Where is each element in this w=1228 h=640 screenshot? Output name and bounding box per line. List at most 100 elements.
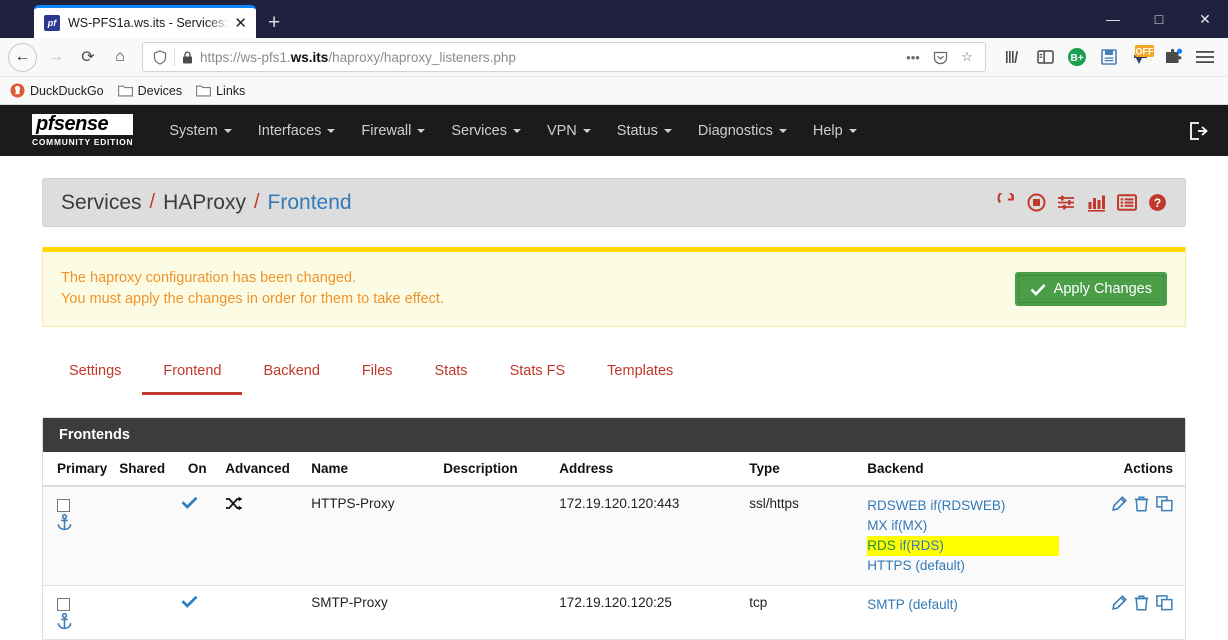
cell-backend: SMTP (default) xyxy=(861,585,1066,640)
reload-button[interactable]: ⟳ xyxy=(72,42,104,72)
edit-icon[interactable] xyxy=(1111,595,1127,611)
cell-actions xyxy=(1065,585,1185,640)
anchor-icon[interactable] xyxy=(57,613,107,630)
table-row[interactable]: HTTPS-Proxy 172.19.120.120:443 ssl/https… xyxy=(43,486,1185,586)
cell-primary xyxy=(43,486,114,586)
bitwarden-extension-icon[interactable]: B+ xyxy=(1062,42,1092,72)
library-icon[interactable] xyxy=(998,42,1028,72)
row-checkbox[interactable] xyxy=(57,498,70,512)
window-close-button[interactable]: ✕ xyxy=(1182,0,1228,38)
delete-icon[interactable] xyxy=(1134,496,1149,512)
breadcrumb-frontend[interactable]: Frontend xyxy=(268,191,352,215)
forward-button[interactable]: → xyxy=(40,42,72,72)
home-button[interactable]: ⌂ xyxy=(104,42,136,72)
copy-icon[interactable] xyxy=(1156,496,1173,512)
browser-tab[interactable]: pf WS-PFS1a.ws.its - Services: HAP ✕ xyxy=(34,5,256,38)
row-checkbox[interactable] xyxy=(57,597,70,611)
nav-item-help[interactable]: Help xyxy=(813,123,857,139)
nav-item-system[interactable]: System xyxy=(169,123,232,139)
lock-icon xyxy=(175,50,200,64)
logo-subtext: COMMUNITY EDITION xyxy=(32,137,134,147)
chevron-down-icon xyxy=(512,128,521,133)
nav-item-status[interactable]: Status xyxy=(617,123,672,139)
backend-name[interactable]: SMTP xyxy=(867,597,904,612)
extensions-puzzle-icon[interactable] xyxy=(1158,42,1188,72)
breadcrumb: Services / HAProxy / Frontend ? xyxy=(42,178,1186,227)
alert-line-1: The haproxy configuration has been chang… xyxy=(61,270,357,286)
bookmark-duckduckgo[interactable]: DuckDuckGo xyxy=(10,83,104,98)
cell-on xyxy=(175,585,220,640)
restart-service-icon[interactable] xyxy=(997,193,1016,212)
save-page-extension-icon[interactable] xyxy=(1094,42,1124,72)
frontends-panel: Frontends Primary Shared On Advanced Nam… xyxy=(42,417,1186,640)
cell-description xyxy=(437,486,554,586)
edit-icon[interactable] xyxy=(1111,496,1127,512)
delete-icon[interactable] xyxy=(1134,595,1149,611)
svg-text:?: ? xyxy=(1154,196,1161,210)
nav-item-firewall[interactable]: Firewall xyxy=(361,123,426,139)
window-minimize-button[interactable]: — xyxy=(1090,0,1136,38)
bookmark-star-icon[interactable]: ☆ xyxy=(955,45,979,69)
log-icon[interactable] xyxy=(1117,194,1137,211)
browser-toolbar-icons: B+ OFF xyxy=(994,42,1220,72)
nav-item-diagnostics[interactable]: Diagnostics xyxy=(698,123,787,139)
alert-message: The haproxy configuration has been chang… xyxy=(61,268,444,310)
backend-condition: (default) xyxy=(908,597,958,612)
haproxy-tabs: Settings Frontend Backend Files Stats St… xyxy=(42,353,1186,395)
page-actions-icon[interactable]: ••• xyxy=(901,45,925,69)
tab-files[interactable]: Files xyxy=(341,353,414,395)
col-backend: Backend xyxy=(861,452,1066,487)
stop-service-icon[interactable] xyxy=(1027,193,1046,212)
cell-advanced xyxy=(219,486,306,586)
backend-name[interactable]: HTTPS xyxy=(867,558,911,573)
tab-backend[interactable]: Backend xyxy=(242,353,340,395)
statistics-chart-icon[interactable] xyxy=(1087,194,1106,212)
backend-name[interactable]: MX xyxy=(867,518,887,533)
nav-label: Interfaces xyxy=(257,122,322,139)
tab-settings[interactable]: Settings xyxy=(48,353,142,395)
bookmark-links[interactable]: Links xyxy=(196,84,245,98)
tracking-shield-icon[interactable] xyxy=(149,49,174,65)
backend-entry: SMTP (default) xyxy=(867,595,1059,615)
apply-changes-button[interactable]: Apply Changes xyxy=(1014,272,1167,306)
anchor-icon[interactable] xyxy=(57,514,107,531)
tab-templates[interactable]: Templates xyxy=(586,353,694,395)
nav-item-vpn[interactable]: VPN xyxy=(547,123,591,139)
window-maximize-button[interactable]: □ xyxy=(1136,0,1182,38)
sidebar-icon[interactable] xyxy=(1030,42,1060,72)
tab-stats-fs[interactable]: Stats FS xyxy=(489,353,587,395)
nav-item-interfaces[interactable]: Interfaces xyxy=(258,123,336,139)
nav-item-services[interactable]: Services xyxy=(451,123,521,139)
tab-title: WS-PFS1a.ws.its - Services: HAP xyxy=(68,16,231,30)
backend-name[interactable]: RDS xyxy=(867,538,896,553)
tab-favicon: pf xyxy=(44,15,60,31)
noscript-off-extension-icon[interactable]: OFF xyxy=(1126,42,1156,72)
bookmark-label: Links xyxy=(216,83,246,98)
tab-stats[interactable]: Stats xyxy=(414,353,489,395)
backend-condition: if(MX) xyxy=(891,518,928,533)
pfsense-logo[interactable]: pfsense COMMUNITY EDITION xyxy=(32,114,134,147)
table-row[interactable]: SMTP-Proxy 172.19.120.120:25 tcp SMTP (d… xyxy=(43,585,1185,640)
url-text[interactable]: https://ws-pfs1.ws.its/haproxy/haproxy_l… xyxy=(200,50,516,65)
breadcrumb-haproxy[interactable]: HAProxy xyxy=(163,191,246,215)
settings-sliders-icon[interactable] xyxy=(1057,194,1076,211)
pocket-icon[interactable] xyxy=(928,45,952,69)
new-tab-button[interactable]: + xyxy=(268,11,280,35)
back-button[interactable]: ← xyxy=(8,42,37,72)
help-icon[interactable]: ? xyxy=(1148,193,1167,212)
tab-close-icon[interactable]: ✕ xyxy=(231,14,250,32)
alert-line-2: You must apply the changes in order for … xyxy=(61,291,444,307)
cell-address: 172.19.120.120:25 xyxy=(553,585,744,640)
hamburger-menu-icon[interactable] xyxy=(1190,42,1220,72)
backend-name[interactable]: RDSWEB xyxy=(867,498,926,513)
url-bar[interactable]: https://ws-pfs1.ws.its/haproxy/haproxy_l… xyxy=(142,42,986,72)
frontends-table: Primary Shared On Advanced Name Descript… xyxy=(43,452,1185,640)
cell-description xyxy=(437,585,554,640)
logout-icon[interactable] xyxy=(1189,121,1208,140)
bookmark-devices[interactable]: Devices xyxy=(117,84,182,98)
url-bar-icons: ••• ☆ xyxy=(901,45,979,69)
breadcrumb-services[interactable]: Services xyxy=(61,191,142,215)
copy-icon[interactable] xyxy=(1156,595,1173,611)
tab-frontend[interactable]: Frontend xyxy=(142,353,243,395)
table-header-row: Primary Shared On Advanced Name Descript… xyxy=(43,452,1185,487)
